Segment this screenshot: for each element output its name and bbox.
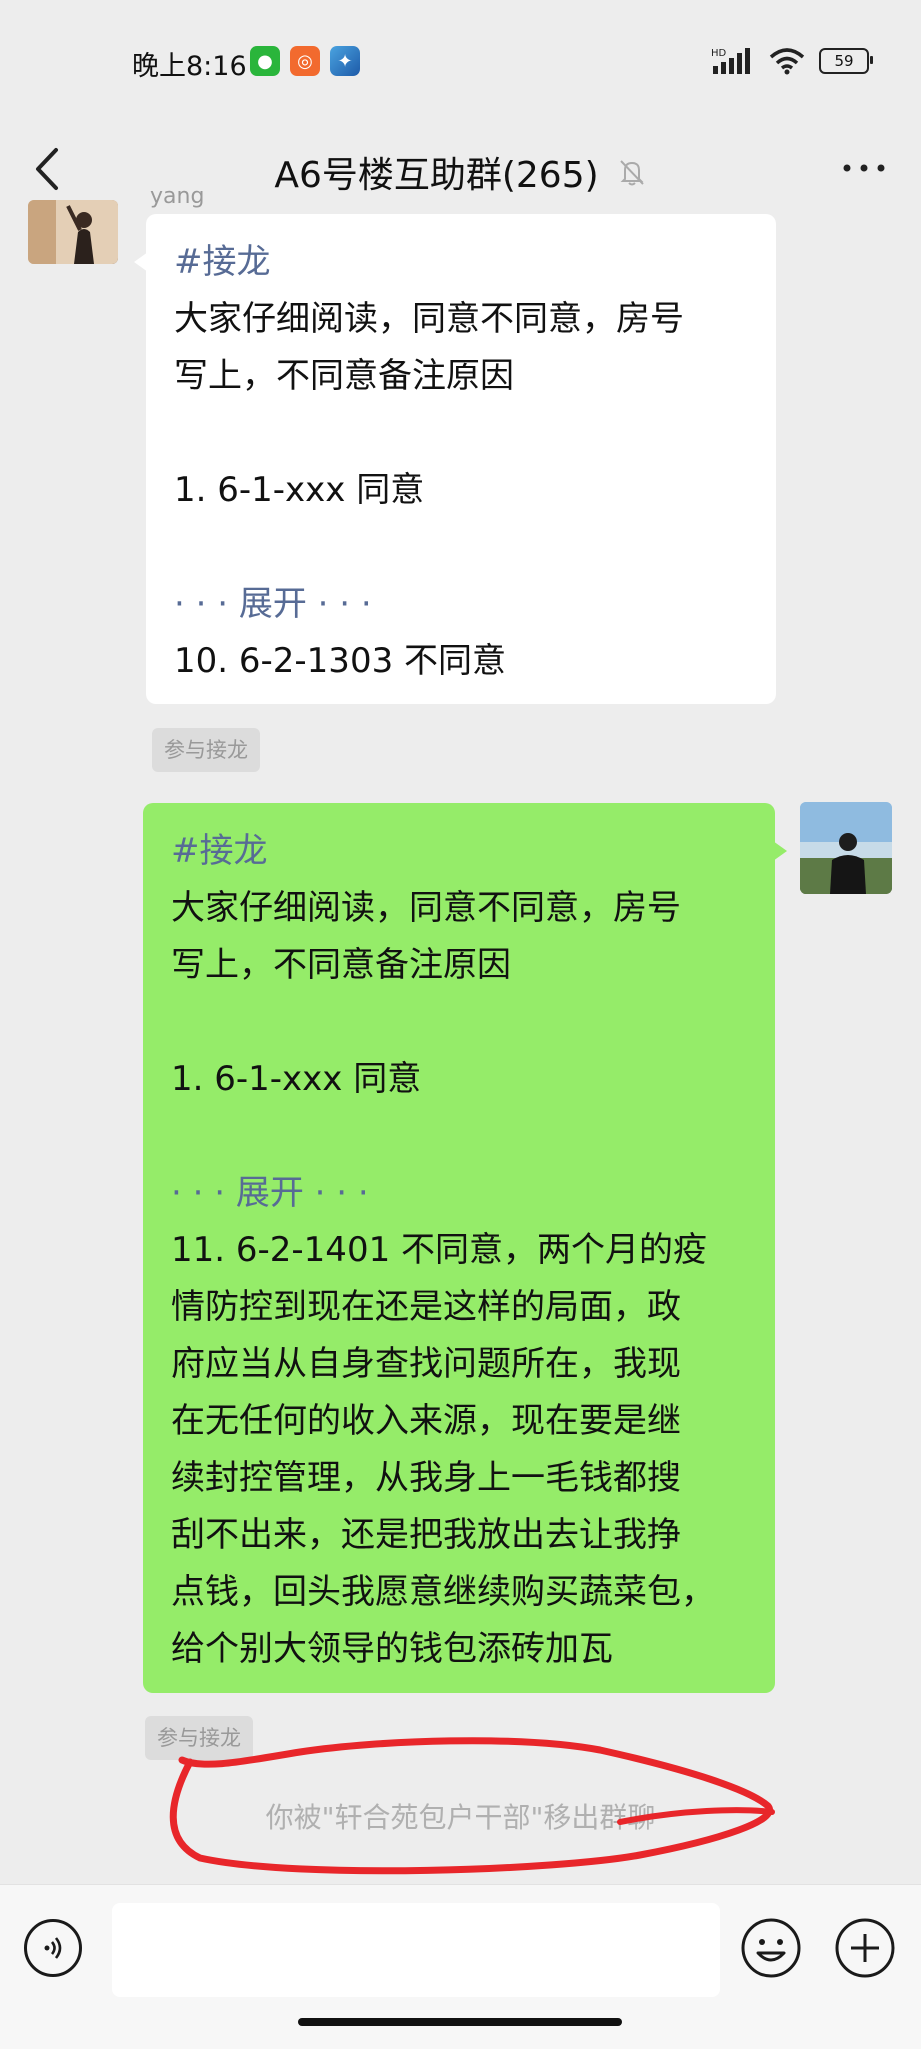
my-avatar[interactable] [800, 802, 892, 894]
plus-icon[interactable] [834, 1917, 896, 1979]
chat-title-area: A6号楼互助群(265) [0, 146, 921, 198]
sender-avatar[interactable] [28, 200, 118, 264]
avatar-photo [28, 200, 118, 264]
mute-bell-icon [619, 160, 644, 186]
more-options-icon[interactable] [837, 150, 891, 186]
voice-icon [44, 1937, 62, 1959]
message-text-line: 写上，不同意备注原因 [171, 945, 511, 985]
join-solitaire-button[interactable]: 参与接龙 [145, 1716, 253, 1760]
solitaire-entry-line: 情防控到现在还是这样的局面，政 [171, 1287, 681, 1327]
home-indicator[interactable] [298, 2018, 622, 2026]
message-text-line: 大家仔细阅读，同意不同意，房号 [174, 299, 684, 339]
message-input[interactable] [112, 1903, 720, 1997]
solitaire-entry-line: 在无任何的收入来源，现在要是继 [171, 1401, 681, 1441]
system-removed-message: 你被"轩合苑包户干部"移出群聊 [265, 1801, 656, 1834]
incoming-message-content: #接龙 大家仔细阅读，同意不同意，房号 写上，不同意备注原因 1. 6-1-xx… [174, 234, 752, 690]
solitaire-entry: 10. 6-2-1303 不同意 [174, 641, 507, 681]
solitaire-entry-line: 续封控管理，从我身上一毛钱都搜 [171, 1458, 681, 1498]
solitaire-entry-line: 给个别大领导的钱包添砖加瓦 [171, 1629, 613, 1669]
sender-name: yang [150, 184, 205, 209]
voice-input-button[interactable] [24, 1919, 82, 1977]
status-time: 晚上8:16 [132, 51, 247, 82]
solitaire-hashtag[interactable]: #接龙 [174, 234, 752, 291]
status-bar: 晚上8:16 ● ◎ ✦ HD 59 [0, 0, 921, 120]
incoming-message-bubble[interactable]: #接龙 大家仔细阅读，同意不同意，房号 写上，不同意备注原因 1. 6-1-xx… [134, 214, 776, 704]
join-solitaire-button[interactable]: 参与接龙 [152, 728, 260, 772]
expand-link[interactable]: · · · 展开 · · · [174, 576, 752, 633]
wifi-icon [769, 48, 805, 75]
message-text-line: 写上，不同意备注原因 [174, 356, 514, 396]
game-notification-icon: ✦ [330, 46, 360, 76]
solitaire-entry-line: 11. 6-2-1401 不同意，两个月的疫 [171, 1230, 708, 1270]
solitaire-entry-line: 点钱，回头我愿意继续购买蔬菜包， [171, 1572, 715, 1612]
status-indicators: HD 59 [711, 46, 873, 76]
outgoing-message-content: #接龙 大家仔细阅读，同意不同意，房号 写上，不同意备注原因 1. 6-1-xx… [171, 823, 751, 1678]
network-type-label: HD [711, 48, 727, 59]
battery-icon: 59 [819, 48, 873, 74]
emoji-icon[interactable] [740, 1917, 802, 1979]
battery-level: 59 [834, 52, 854, 70]
solitaire-entry-line: 刮不出来，还是把我放出去让我挣 [171, 1515, 681, 1555]
solitaire-hashtag[interactable]: #接龙 [171, 823, 751, 880]
wechat-icon: ● [250, 46, 280, 76]
solitaire-entry-line: 府应当从自身查找问题所在，我现 [171, 1344, 681, 1384]
avatar-photo [800, 802, 892, 894]
cellular-signal-icon: HD [711, 48, 750, 74]
expand-link[interactable]: · · · 展开 · · · [171, 1165, 751, 1222]
chat-header: A6号楼互助群(265) [0, 120, 921, 218]
chat-title: A6号楼互助群(265) [274, 155, 599, 196]
solitaire-entry: 1. 6-1-xxx 同意 [174, 470, 425, 510]
message-text-line: 大家仔细阅读，同意不同意，房号 [171, 888, 681, 928]
solitaire-entry: 1. 6-1-xxx 同意 [171, 1059, 422, 1099]
app-notification-icon: ◎ [290, 46, 320, 76]
outgoing-message-bubble[interactable]: #接龙 大家仔细阅读，同意不同意，房号 写上，不同意备注原因 1. 6-1-xx… [143, 803, 787, 1693]
